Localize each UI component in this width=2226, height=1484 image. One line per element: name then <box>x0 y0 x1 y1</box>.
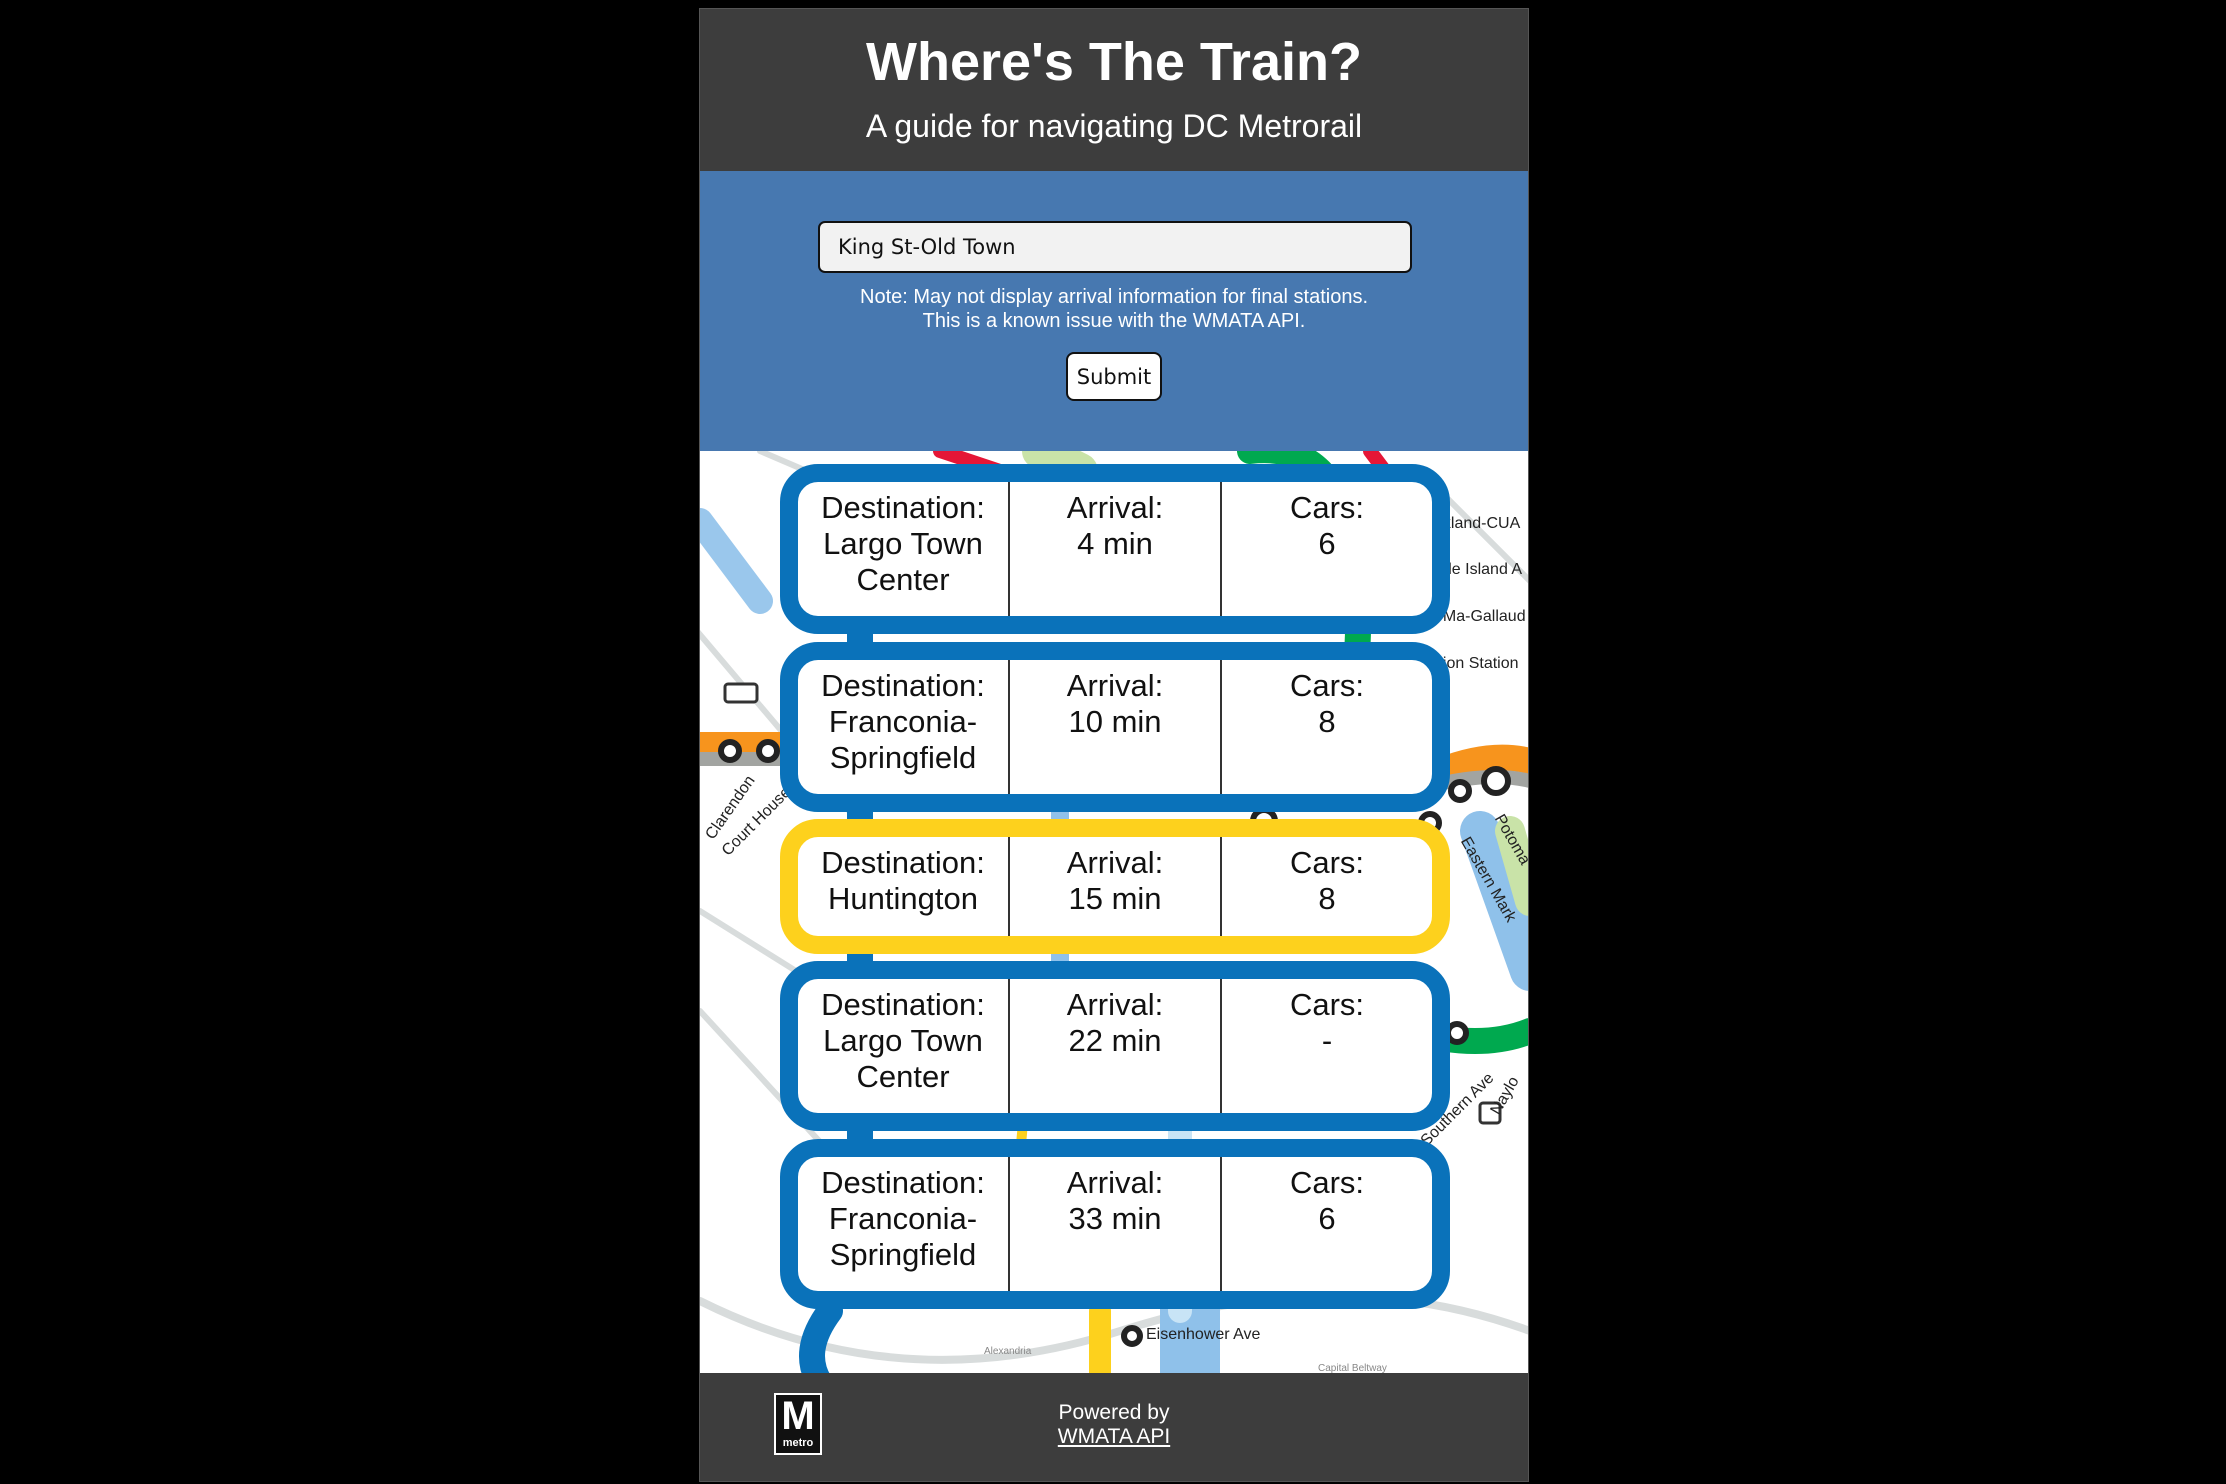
map-label-eisenhower: Eisenhower Ave <box>1146 1326 1261 1343</box>
api-note-line-1: Note: May not display arrival informatio… <box>860 286 1368 308</box>
destination-value: Huntington <box>828 881 978 916</box>
arrival-cell: Arrival: 4 min <box>1008 482 1220 616</box>
arrival-cell: Arrival: 10 min <box>1008 660 1220 794</box>
footer: M metro Powered by WMATA API <box>700 1373 1528 1481</box>
cars-cell: Cars: 6 <box>1220 1157 1432 1291</box>
destination-label: Destination: <box>821 987 985 1022</box>
api-note-line-2: This is a known issue with the WMATA API… <box>922 310 1306 332</box>
destination-cell: Destination: Largo Town Center <box>798 482 1008 616</box>
arrival-card: Destination: Franconia-Springfield Arriv… <box>780 642 1450 812</box>
arrival-value: 10 min <box>1068 704 1162 739</box>
destination-cell: Destination: Franconia-Springfield <box>798 1157 1008 1291</box>
app-window: Where's The Train? A guide for navigatin… <box>699 8 1529 1482</box>
destination-label: Destination: <box>821 1165 985 1200</box>
destination-cell: Destination: Huntington <box>798 837 1008 936</box>
cars-cell: Cars: 8 <box>1220 660 1432 794</box>
arrival-label: Arrival: <box>1066 1165 1164 1200</box>
cars-value: - <box>1321 1023 1333 1058</box>
cars-cell: Cars: 6 <box>1220 482 1432 616</box>
arrival-label: Arrival: <box>1066 845 1164 880</box>
arrival-label: Arrival: <box>1066 490 1164 525</box>
wmata-api-link[interactable]: WMATA API <box>1058 1425 1170 1448</box>
destination-value: Largo Town Center <box>823 526 983 597</box>
cars-label: Cars: <box>1289 987 1365 1022</box>
arrival-cell: Arrival: 15 min <box>1008 837 1220 936</box>
cars-label: Cars: <box>1289 668 1365 703</box>
cars-cell: Cars: - <box>1220 979 1432 1113</box>
arrival-card: Destination: Franconia-Springfield Arriv… <box>780 1139 1450 1309</box>
destination-label: Destination: <box>821 668 985 703</box>
destination-value: Franconia-Springfield <box>828 1201 978 1272</box>
arrival-value: 15 min <box>1068 881 1162 916</box>
powered-by-label: Powered by <box>1058 1401 1170 1424</box>
station-input[interactable] <box>818 221 1412 273</box>
cars-cell: Cars: 8 <box>1220 837 1432 936</box>
arrival-card: Destination: Huntington Arrival: 15 min … <box>780 819 1450 954</box>
destination-value: Largo Town Center <box>823 1023 983 1094</box>
destination-cell: Destination: Largo Town Center <box>798 979 1008 1113</box>
arrival-card: Destination: Largo Town Center Arrival: … <box>780 464 1450 634</box>
cars-value: 6 <box>1318 526 1336 561</box>
cars-label: Cars: <box>1289 845 1365 880</box>
destination-cell: Destination: Franconia-Springfield <box>798 660 1008 794</box>
arrival-value: 4 min <box>1077 526 1153 561</box>
arrival-cell: Arrival: 33 min <box>1008 1157 1220 1291</box>
cars-label: Cars: <box>1289 490 1365 525</box>
destination-label: Destination: <box>821 845 985 880</box>
submit-button[interactable]: Submit <box>1066 352 1162 401</box>
cars-value: 6 <box>1318 1201 1336 1236</box>
cars-value: 8 <box>1318 704 1336 739</box>
powered-by: Powered by WMATA API <box>700 1401 1528 1449</box>
arrival-label: Arrival: <box>1066 668 1164 703</box>
arrival-value: 22 min <box>1068 1023 1162 1058</box>
cars-label: Cars: <box>1289 1165 1365 1200</box>
destination-label: Destination: <box>821 490 985 525</box>
api-note: Note: May not display arrival informatio… <box>700 285 1528 333</box>
page-title: Where's The Train? <box>866 32 1362 92</box>
map-label-noma: oMa-Gallaud <box>1434 608 1526 625</box>
map-label-alexandria: Alexandria <box>984 1346 1032 1357</box>
page-subtitle: A guide for navigating DC Metrorail <box>865 108 1363 144</box>
cars-value: 8 <box>1318 881 1336 916</box>
search-panel: Note: May not display arrival informatio… <box>700 171 1528 451</box>
arrival-value: 33 min <box>1068 1201 1162 1236</box>
arrival-card: Destination: Largo Town Center Arrival: … <box>780 961 1450 1131</box>
arrival-cell: Arrival: 22 min <box>1008 979 1220 1113</box>
arrival-label: Arrival: <box>1066 987 1164 1022</box>
header: Where's The Train? A guide for navigatin… <box>700 9 1528 171</box>
destination-value: Franconia-Springfield <box>828 704 978 775</box>
